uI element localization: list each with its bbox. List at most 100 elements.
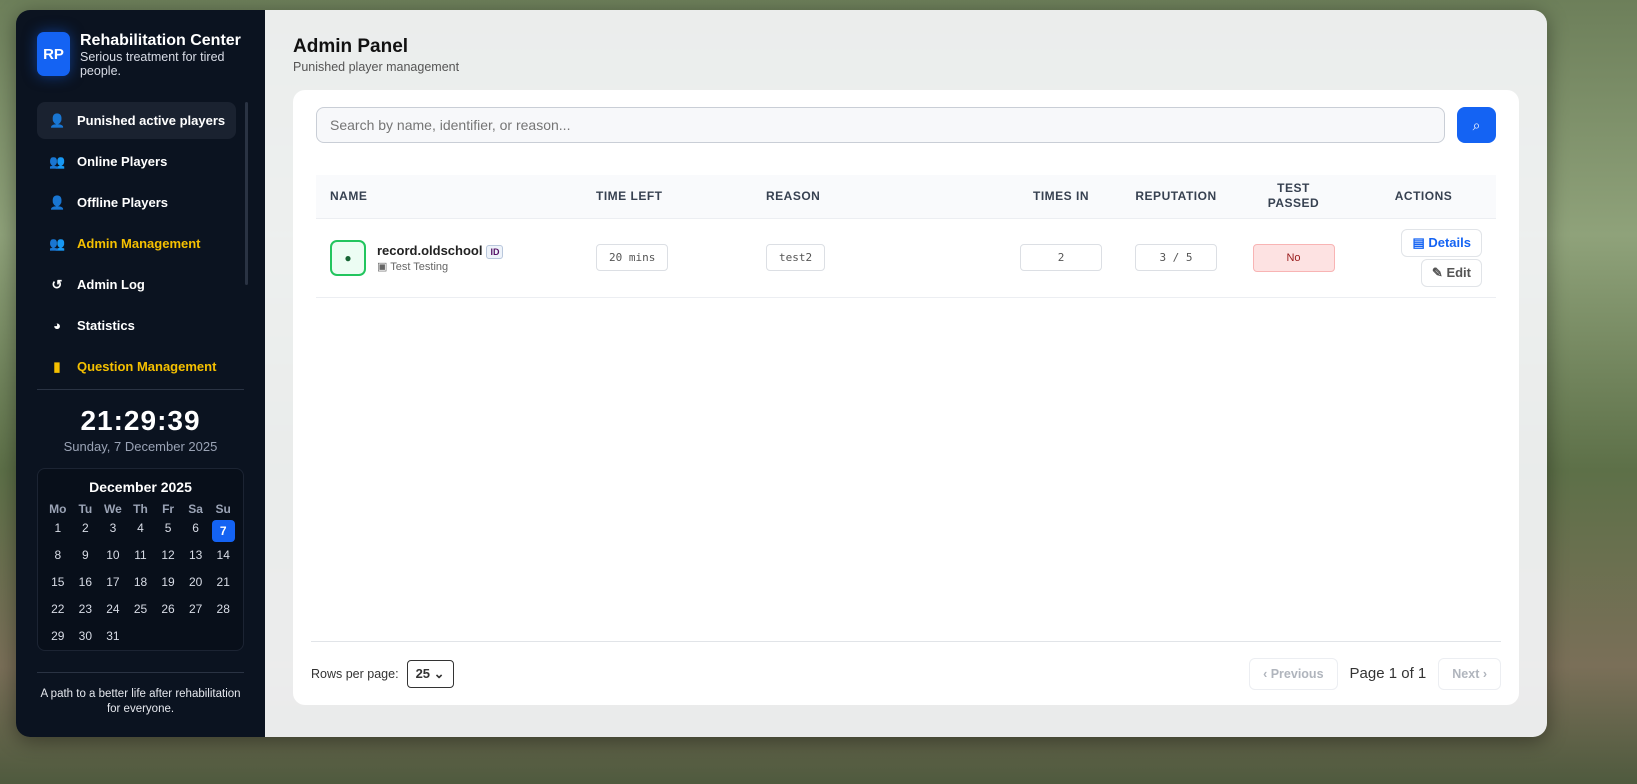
reason: test2 [766,244,826,271]
column-header: REASON [766,175,1006,219]
times-in: 2 [1020,244,1102,271]
player-name: record.oldschool [377,242,483,258]
calendar-day[interactable]: 27 [182,598,210,625]
calendar-day[interactable]: 21 [209,571,237,598]
sidebar-item-question-management[interactable]: ▮ Question Management [37,348,244,385]
id-badge[interactable]: ID [486,244,504,259]
id-card-icon: ▣ [377,260,391,273]
sidebar-item-admin-management[interactable]: 👥 Admin Management [37,225,244,262]
details-label: Details [1428,234,1471,250]
page-subtitle: Punished player management [293,60,460,74]
pencil-icon: ✎ [1431,264,1447,280]
rows-per-page-value: 25 [415,665,431,681]
calendar: December 2025 Mo Tu We Th Fr Sa Su 1 2 3 4 5 6 7 8 9 10 1… [37,468,244,651]
sidebar-item-label: Statistics [77,318,135,333]
pagination: Rows per page: 25 ⌄ ‹ Previous Page 1 of… [311,641,1501,705]
page-indicator: Page 1 of 1 [1349,665,1427,682]
sidebar-item-label: Online Players [77,154,168,169]
logo: RP [37,32,70,76]
rows-per-page-label: Rows per page: [311,666,399,681]
rows-per-page-select[interactable]: 25 ⌄ [406,659,454,688]
calendar-weekday: Sa [188,502,203,516]
history-icon: ↺ [51,276,63,292]
sidebar-item-label: Question Management [77,359,217,374]
user-icon: ● [344,250,352,265]
calendar-day-today[interactable]: 7 [211,519,235,542]
calendar-weekday: We [104,502,122,516]
calendar-day[interactable]: 19 [154,571,182,598]
details-button[interactable]: ▤ Details [1401,228,1482,257]
users-cog-icon: 👥 [49,235,66,251]
sidebar-item-statistics[interactable]: ◕ Statistics [37,307,244,344]
sidebar-nav: 👤 Punished active players 👥 Online Players… [37,102,248,385]
calendar-grid: Mo Tu We Th Fr Sa Su 1 2 3 4 5 6 7 8 9 10 11 12 13 14 15 16 17 1… [44,501,237,652]
next-label: Next [1452,666,1480,681]
column-header-label: TEST PASSED [1267,181,1320,211]
calendar-day[interactable]: 8 [44,544,72,571]
calendar-day[interactable]: 31 [99,625,127,652]
players-table: NAME TIME LEFT REASON TIMES IN REPUTATIO… [316,175,1496,298]
calendar-day[interactable]: 2 [72,517,100,544]
calendar-day[interactable]: 3 [99,517,127,544]
players-card: ⌕ NAME TIME LEFT REASON TIMES IN REPUTAT… [293,90,1519,705]
time-left: 20 mins [596,244,669,271]
table-row: ● record.oldschool ID ▣ Test Testing 20 m… [316,218,1496,298]
edit-button[interactable]: ✎ Edit [1420,258,1482,287]
calendar-day[interactable]: 1 [44,517,72,544]
calendar-day[interactable]: 16 [72,571,100,598]
brand: RP Rehabilitation Center Serious treatme… [37,32,244,78]
calendar-day[interactable]: 24 [99,598,127,625]
calendar-day[interactable]: 11 [127,544,155,571]
app-title: Rehabilitation Center [79,32,241,49]
divider [37,389,244,390]
file-question-icon: ▮ [53,358,61,374]
sidebar-item-label: Admin Log [77,277,145,292]
users-icon: 👥 [49,153,66,169]
user-clock-icon: 👤 [49,194,66,210]
calendar-day[interactable]: 5 [154,517,182,544]
calendar-day[interactable]: 26 [154,598,182,625]
calendar-day[interactable]: 17 [99,571,127,598]
calendar-weekday: Su [215,502,231,516]
calendar-day[interactable]: 30 [72,625,100,652]
clipboard-icon: ▤ [1412,234,1429,250]
sidebar-item-punished-active-players[interactable]: 👤 Punished active players [37,102,236,139]
search-input[interactable] [316,107,1445,143]
calendar-day[interactable]: 13 [182,544,210,571]
sidebar-item-admin-log[interactable]: ↺ Admin Log [37,266,244,303]
sidebar-item-online-players[interactable]: 👥 Online Players [37,143,244,180]
clock: 21:29:39 [80,405,201,436]
column-header: TIME LEFT [596,175,766,219]
calendar-day[interactable]: 12 [154,544,182,571]
sidebar-item-offline-players[interactable]: 👤 Offline Players [37,184,244,221]
calendar-day[interactable]: 29 [44,625,72,652]
calendar-day[interactable]: 14 [209,544,237,571]
page-title: Admin Panel [293,36,409,57]
calendar-day[interactable]: 10 [99,544,127,571]
calendar-weekday: Mo [49,502,67,516]
chart-pie-icon: ◕ [53,318,61,333]
calendar-day[interactable]: 25 [127,598,155,625]
calendar-day[interactable]: 23 [72,598,100,625]
reputation: 3 / 5 [1135,244,1217,271]
search-button[interactable]: ⌕ [1457,107,1496,143]
column-header: NAME [316,175,596,219]
calendar-day[interactable]: 22 [44,598,72,625]
edit-label: Edit [1446,264,1471,280]
previous-label: Previous [1270,666,1324,681]
calendar-day[interactable]: 6 [182,517,210,544]
calendar-title: December 2025 [89,479,192,495]
next-button[interactable]: Next › [1438,657,1501,690]
calendar-day[interactable]: 18 [127,571,155,598]
previous-button[interactable]: ‹ Previous [1249,657,1338,690]
calendar-day[interactable]: 15 [44,571,72,598]
calendar-day[interactable]: 20 [182,571,210,598]
calendar-day[interactable]: 4 [127,517,155,544]
column-header: TIMES IN [1006,175,1116,219]
calendar-day[interactable]: 28 [209,598,237,625]
app-window: RP Rehabilitation Center Serious treatme… [16,10,1547,737]
sidebar: RP Rehabilitation Center Serious treatme… [16,10,265,737]
calendar-day[interactable]: 9 [72,544,100,571]
main-content: Admin Panel Punished player management ⌕… [265,10,1547,737]
character-name: Test Testing [390,260,449,273]
